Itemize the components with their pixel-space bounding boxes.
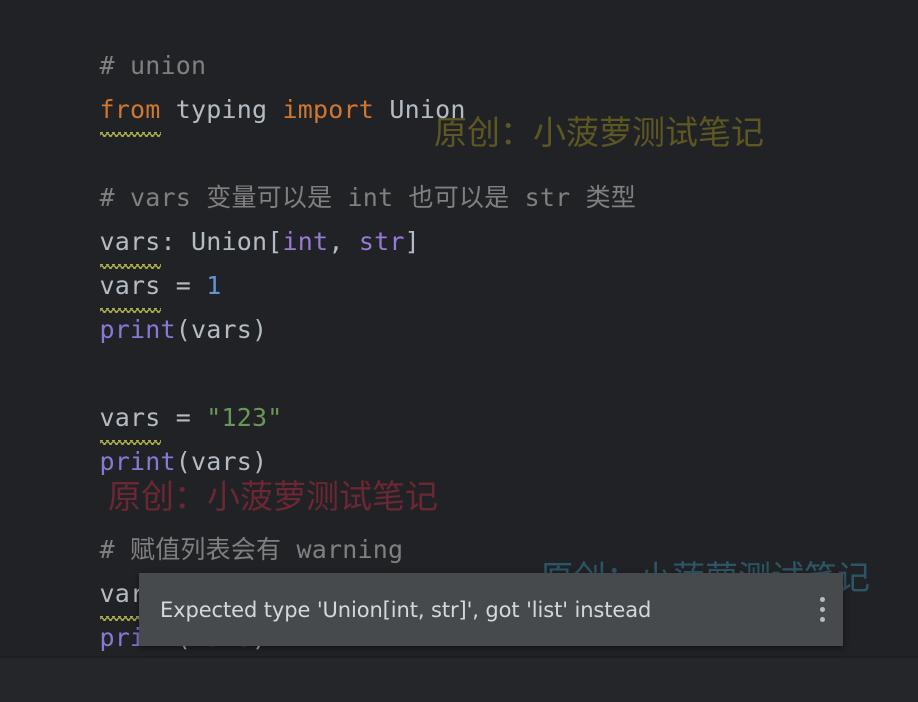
call-args: (vars): [175, 447, 268, 476]
function-print: print: [99, 447, 176, 476]
editor-bottom-strip: [0, 658, 918, 702]
annotation-comma: ,: [328, 227, 359, 256]
function-print: print: [99, 315, 176, 344]
module-typing: typing: [160, 95, 283, 124]
editor-window: 原创：小菠萝测试笔记 原创：小菠萝测试笔记 # union from typin…: [0, 0, 918, 702]
kebab-dot: [819, 597, 825, 602]
kebab-dot: [819, 617, 825, 622]
inspection-message: Expected type 'Union[int, str]', got 'li…: [160, 597, 652, 622]
keyword-import: import: [282, 95, 375, 124]
imported-symbol-union: Union: [374, 95, 466, 124]
kebab-menu-icon[interactable]: [801, 573, 843, 646]
kebab-dot: [819, 607, 825, 612]
call-args: (vars): [175, 315, 268, 344]
annotation-close: ]: [404, 227, 420, 256]
keyword-from: from: [99, 88, 161, 137]
type-str: str: [358, 227, 405, 256]
code-editor-surface[interactable]: 原创：小菠萝测试笔记 原创：小菠萝测试笔记 # union from typin…: [0, 0, 918, 660]
inspection-tooltip[interactable]: Expected type 'Union[int, str]', got 'li…: [139, 573, 843, 646]
type-int: int: [282, 227, 329, 256]
